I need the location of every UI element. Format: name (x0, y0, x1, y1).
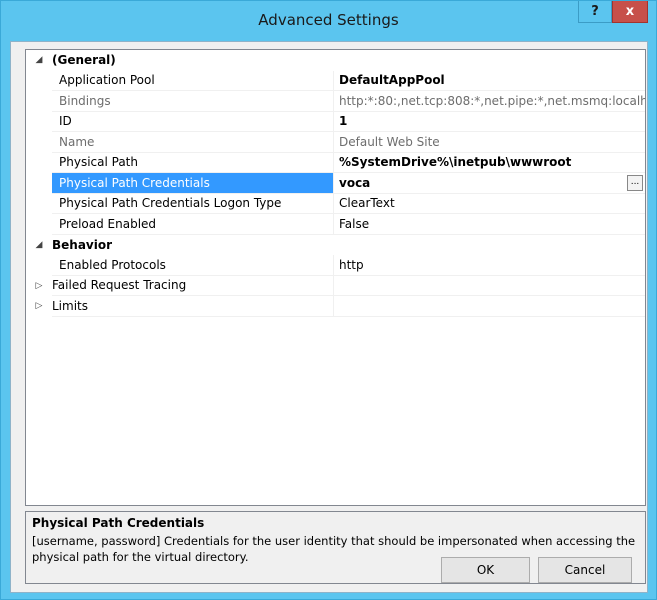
close-icon: x (625, 4, 635, 19)
property-value[interactable]: http (334, 255, 645, 276)
property-name: Physical Path (52, 152, 334, 173)
property-value[interactable]: ClearText (334, 194, 645, 214)
close-button[interactable]: x (612, 1, 648, 23)
dialog-body: ◢ (General) Application Pool DefaultAppP… (10, 41, 648, 593)
property-value[interactable]: voca (334, 173, 645, 194)
expand-icon[interactable]: ▷ (26, 276, 52, 297)
category-behavior[interactable]: ◢ Behavior (26, 235, 645, 256)
expand-icon[interactable]: ▷ (26, 296, 52, 317)
property-name: Bindings (52, 91, 334, 112)
property-row-failed-request-tracing[interactable]: ▷ Failed Request Tracing (26, 275, 645, 297)
dialog-title: Advanced Settings (258, 11, 399, 29)
property-value[interactable]: %SystemDrive%\inetpub\wwwroot (334, 153, 645, 173)
property-row-bindings[interactable]: Bindings http:*:80:,net.tcp:808:*,net.pi… (26, 91, 645, 112)
property-value (334, 276, 645, 296)
property-value[interactable]: DefaultAppPool (334, 71, 645, 91)
property-name: Limits (52, 296, 334, 317)
property-row-application-pool[interactable]: Application Pool DefaultAppPool (26, 70, 645, 91)
property-value[interactable]: False (334, 214, 645, 235)
property-row-name[interactable]: Name Default Web Site (26, 132, 645, 153)
collapse-icon[interactable]: ◢ (26, 235, 52, 256)
property-name: Physical Path Credentials (52, 173, 334, 194)
ok-button[interactable]: OK (441, 557, 530, 583)
property-name: Name (52, 132, 334, 153)
property-name: Physical Path Credentials Logon Type (52, 193, 334, 214)
property-row-logon-type[interactable]: Physical Path Credentials Logon Type Cle… (26, 193, 645, 214)
property-name: Failed Request Tracing (52, 275, 334, 296)
cancel-button[interactable]: Cancel (538, 557, 632, 583)
property-row-limits[interactable]: ▷ Limits (26, 296, 645, 317)
help-button[interactable]: ? (578, 1, 612, 23)
property-name: Enabled Protocols (52, 255, 334, 276)
property-value[interactable]: http:*:80:,net.tcp:808:*,net.pipe:*,net.… (334, 91, 645, 112)
property-value[interactable]: 1 (334, 112, 645, 132)
collapse-icon[interactable]: ◢ (26, 50, 52, 71)
property-name: Preload Enabled (52, 214, 334, 235)
property-grid[interactable]: ◢ (General) Application Pool DefaultAppP… (25, 49, 646, 506)
title-bar: Advanced Settings ? x (1, 1, 656, 39)
advanced-settings-dialog: Advanced Settings ? x ◢ (General) Applic… (0, 0, 657, 600)
property-row-physical-path[interactable]: Physical Path %SystemDrive%\inetpub\wwwr… (26, 152, 645, 173)
category-label: Behavior (52, 237, 113, 252)
property-row-preload-enabled[interactable]: Preload Enabled False (26, 214, 645, 235)
description-title: Physical Path Credentials (32, 516, 205, 530)
category-general[interactable]: ◢ (General) (26, 50, 645, 71)
property-value[interactable]: Default Web Site (334, 132, 645, 153)
property-name: ID (52, 111, 334, 132)
browse-button[interactable]: ... (627, 175, 643, 191)
property-row-id[interactable]: ID 1 (26, 111, 645, 132)
property-value (334, 296, 645, 317)
property-row-enabled-protocols[interactable]: Enabled Protocols http (26, 255, 645, 276)
property-name: Application Pool (52, 70, 334, 91)
help-icon: ? (591, 4, 599, 19)
property-row-physical-path-credentials[interactable]: Physical Path Credentials voca ... (26, 173, 645, 194)
category-label: (General) (52, 53, 116, 68)
